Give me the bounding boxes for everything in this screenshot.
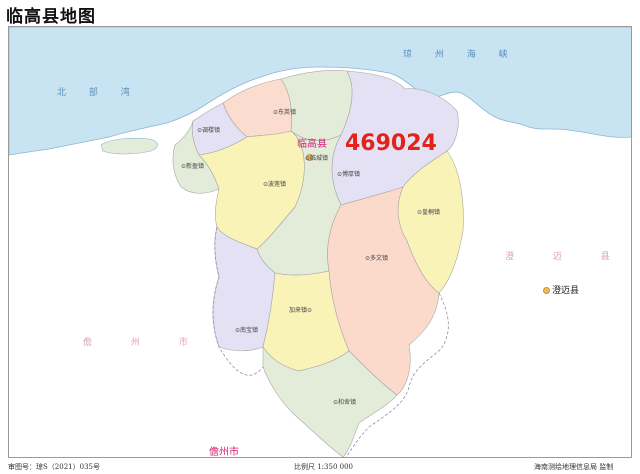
map-approval-number: 审图号：琼S（2021）035号 bbox=[8, 463, 100, 471]
town-bolian: ⊙波莲镇 bbox=[263, 181, 287, 188]
town-tiaolou: ⊙调楼镇 bbox=[197, 127, 221, 134]
town-hesheng: ⊙和舍镇 bbox=[333, 399, 357, 406]
town-xinying: ⊙新盈镇 bbox=[181, 163, 205, 170]
qiongzhou-strait-label: 琼 州 海 峡 bbox=[403, 50, 518, 60]
town-huangtong: ⊙皇桐镇 bbox=[417, 209, 441, 216]
county-code-label: 469024 bbox=[345, 131, 437, 156]
beibu-gulf-label: 北 部 湾 bbox=[57, 88, 140, 98]
chengmai-seat-label: 澄迈县 bbox=[543, 283, 579, 296]
town-lincheng: ⊙临城镇 bbox=[305, 155, 329, 162]
map-frame: 琼 州 海 峡 北 部 湾 469024 临高县 ⊙东英镇 ⊙调楼镇 ⊙新盈镇 … bbox=[8, 26, 632, 458]
map-title: 临高县地图 bbox=[6, 7, 96, 27]
map-scale: 比例尺 1:350 000 bbox=[294, 463, 353, 471]
map-publisher: 海南测绘地理信息局 监制 bbox=[534, 463, 614, 471]
chengmai-county-label: 澄 迈 县 bbox=[505, 252, 628, 262]
region-lincheng bbox=[280, 70, 353, 141]
town-dongying: ⊙东英镇 bbox=[273, 109, 297, 116]
danzhou-city-label: 儋州市 bbox=[209, 447, 239, 458]
town-bohou: ⊙博厚镇 bbox=[337, 171, 361, 178]
town-duowen: ⊙多文镇 bbox=[365, 255, 389, 262]
island bbox=[100, 137, 158, 155]
danzhou-region-label: 儋 州 市 bbox=[83, 338, 206, 348]
town-jialai: 加来镇⊙ bbox=[289, 307, 313, 314]
town-nanbao: ⊙南宝镇 bbox=[235, 327, 259, 334]
